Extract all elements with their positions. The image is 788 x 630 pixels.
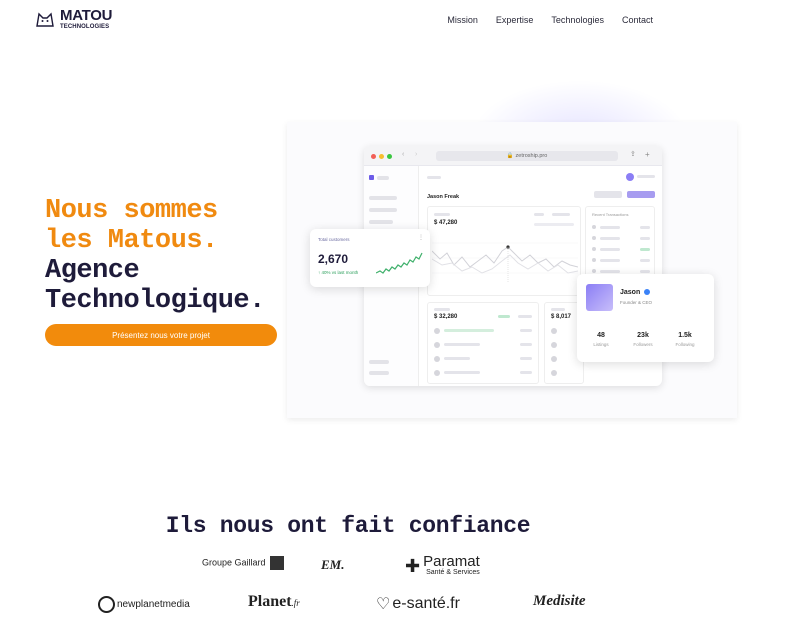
partner-paramat-logo: ✚ Paramat Santé & Services xyxy=(405,553,480,576)
transactions-list-panel: $ 32,280 xyxy=(427,302,539,384)
maximize-dot-icon xyxy=(387,154,392,159)
partner-em-logo: EM. xyxy=(321,557,345,572)
hero-line-3: Agence xyxy=(45,256,140,286)
balance-value-3: $ 8,017 xyxy=(551,314,572,320)
user-avatar xyxy=(626,173,634,181)
balance-value-2: $ 32,280 xyxy=(434,314,458,320)
new-tab-icon: + xyxy=(645,150,650,159)
balance-chart-panel: $ 47,280 xyxy=(427,206,581,296)
app-logo-icon xyxy=(369,175,374,180)
partner-groupe-gaillard-logo: Groupe Gaillard xyxy=(202,556,285,570)
total-customers-card: Total customers 2,670 ↑ 40% vs last mont… xyxy=(310,229,430,287)
partner-esante-logo: ♡ e-santé.fr xyxy=(376,595,460,613)
more-icon: ⋮ xyxy=(418,235,424,241)
customers-value: 2,670 xyxy=(318,252,349,266)
close-dot-icon xyxy=(371,154,376,159)
secondary-button xyxy=(594,191,622,198)
planet-ring-icon xyxy=(98,596,115,613)
nav-expertise[interactable]: Expertise xyxy=(496,15,534,25)
logo[interactable]: MATOU TECHNOLOGIES xyxy=(34,8,112,30)
profile-role: Founder & CEO xyxy=(620,300,653,305)
share-icon: ⇪ xyxy=(630,151,636,158)
balance-value: $ 47,280 xyxy=(434,220,458,226)
heart-icon: ♡ xyxy=(376,596,391,613)
browser-toolbar: ‹ › 🔒 zetroship.pro ⇪ + xyxy=(364,146,662,166)
hero-line-1: Nous sommes xyxy=(45,196,218,226)
gaillard-grid-icon xyxy=(270,556,285,570)
profile-name: Jason xyxy=(620,289,641,296)
lock-icon: 🔒 xyxy=(506,153,514,159)
logo-title: MATOU xyxy=(60,7,113,24)
stat-followers: 23k Followers xyxy=(633,332,653,347)
customers-sparkline xyxy=(376,252,423,274)
cat-logo-icon xyxy=(36,12,54,27)
forward-arrow-icon: › xyxy=(415,151,418,158)
profile-avatar xyxy=(586,284,613,311)
present-project-button[interactable]: Présentez nous votre projet xyxy=(45,324,277,346)
recent-transactions-title: Recent Transactions xyxy=(592,212,629,217)
partner-newplanetmedia-logo: newplanetmedia xyxy=(98,596,190,613)
minimize-dot-icon xyxy=(379,154,384,159)
nav-mission[interactable]: Mission xyxy=(447,15,478,25)
customers-delta: ↑ 40% vs last month xyxy=(318,270,359,275)
url-bar: 🔒 zetroship.pro xyxy=(436,151,618,161)
logo-subtitle: TECHNOLOGIES xyxy=(60,24,110,30)
partner-medisite-logo: Medisite xyxy=(533,593,586,609)
primary-button xyxy=(627,191,655,198)
profile-card: Jason Founder & CEO 48 Listings 23k Foll… xyxy=(577,274,714,362)
trust-section-title: Ils nous ont fait confiance xyxy=(165,513,531,539)
partner-planet-logo: Planet.fr xyxy=(248,593,300,610)
stat-following: 1.5k Following xyxy=(675,332,695,347)
verified-badge-icon xyxy=(644,289,650,295)
back-arrow-icon: ‹ xyxy=(402,151,405,158)
nav-technologies[interactable]: Technologies xyxy=(551,15,604,25)
hero-line-2: les Matous. xyxy=(45,226,218,256)
medical-cross-icon: ✚ xyxy=(405,555,421,576)
hero-title: Nous sommes les Matous. Agence Technolog… xyxy=(45,196,265,316)
hero-line-4: Technologique. xyxy=(45,286,265,316)
url-text: zetroship.pro xyxy=(515,153,548,159)
customers-label: Total customers xyxy=(318,237,350,242)
balance-line-chart xyxy=(432,242,578,283)
profile-title: Jason Freak xyxy=(427,194,460,200)
nav-contact[interactable]: Contact xyxy=(622,15,653,25)
main-nav: Mission Expertise Technologies Contact xyxy=(447,15,653,25)
stat-listings: 48 Listings xyxy=(593,332,609,347)
